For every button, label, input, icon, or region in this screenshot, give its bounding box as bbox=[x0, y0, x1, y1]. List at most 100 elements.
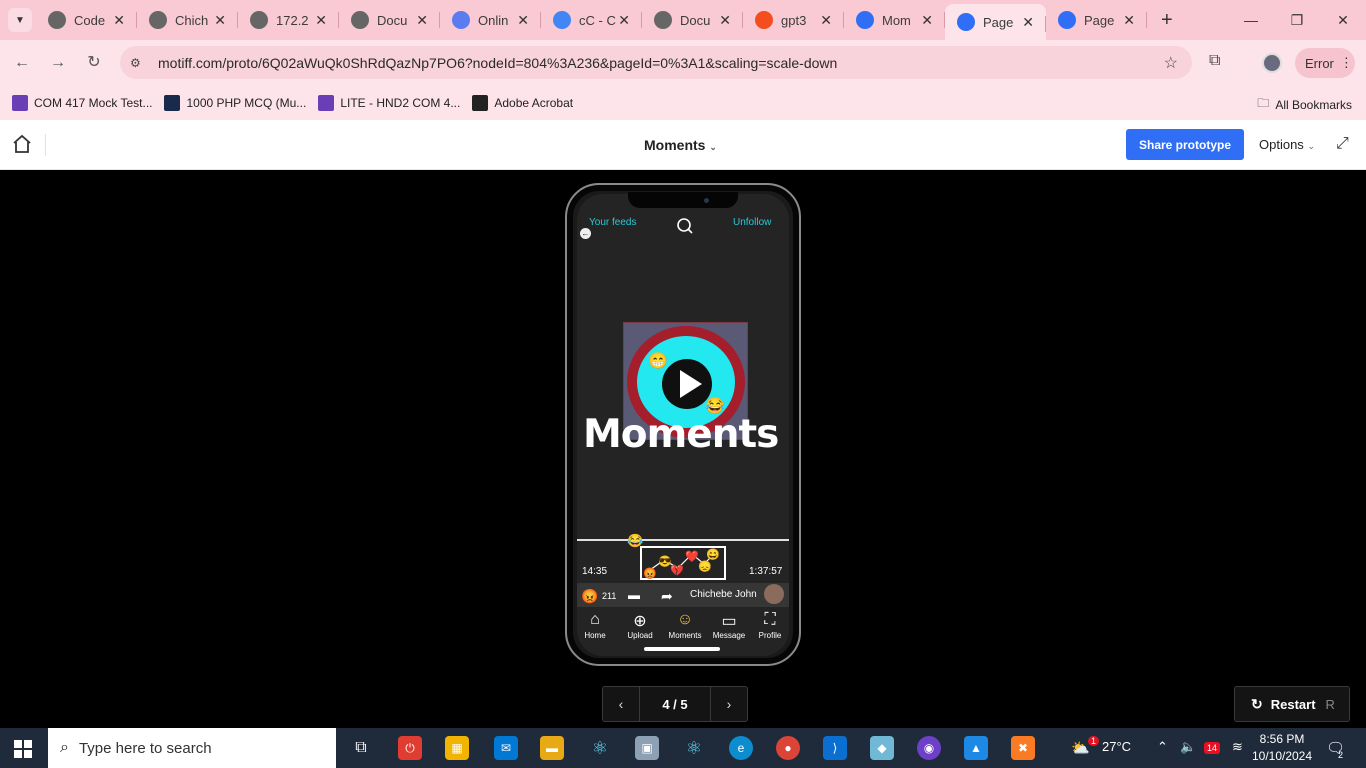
angry-reaction-icon[interactable]: 😡 bbox=[581, 588, 598, 605]
taskbar-search-placeholder: Type here to search bbox=[78, 739, 212, 757]
xampp-icon[interactable]: ✖ bbox=[1011, 736, 1035, 760]
prev-page-button[interactable]: ‹ bbox=[603, 687, 639, 721]
bookmark-item[interactable]: LITE - HND2 COM 4... bbox=[318, 94, 460, 111]
close-tab-icon[interactable]: ✕ bbox=[416, 12, 428, 29]
folder-icon: 🗀 bbox=[1257, 96, 1270, 110]
unfollow-link[interactable]: Unfollow bbox=[733, 217, 771, 228]
grin-emoji-icon: 😁 bbox=[648, 353, 668, 370]
user-avatar[interactable] bbox=[764, 584, 784, 604]
fullscreen-icon[interactable]: ⤢ bbox=[1336, 135, 1349, 153]
wifi-icon[interactable]: ≋ bbox=[1232, 739, 1243, 755]
chrome-icon[interactable]: ● bbox=[776, 736, 800, 760]
close-tab-icon[interactable]: ✕ bbox=[1022, 14, 1034, 31]
profile-nav-icon[interactable]: ⛶ bbox=[759, 611, 781, 629]
taskbar-search[interactable]: ⌕ Type here to search bbox=[48, 728, 336, 768]
tab-search-button[interactable]: ▼ bbox=[8, 8, 32, 32]
browser-tab[interactable]: Code ✕ bbox=[36, 0, 137, 40]
vscode-icon[interactable]: ⟩ bbox=[823, 736, 847, 760]
close-tab-icon[interactable]: ✕ bbox=[315, 12, 327, 29]
bookmark-item[interactable]: 1000 PHP MCQ (Mu... bbox=[164, 94, 307, 111]
taskbar-clock[interactable]: 8:56 PM 10/10/2024 bbox=[1251, 731, 1313, 765]
all-bookmarks-button[interactable]: 🗀 All Bookmarks bbox=[1257, 94, 1352, 115]
browser-tab[interactable]: Onlin ✕ bbox=[440, 0, 541, 40]
restart-button[interactable]: ↻ Restart R bbox=[1234, 686, 1350, 722]
volume-icon[interactable]: 🔈 bbox=[1180, 739, 1196, 755]
search-icon[interactable] bbox=[676, 217, 694, 235]
close-tab-icon[interactable]: ✕ bbox=[921, 12, 933, 29]
close-tab-icon[interactable]: ✕ bbox=[719, 12, 731, 29]
close-tab-icon[interactable]: ✕ bbox=[113, 12, 125, 29]
video-progress-bar[interactable] bbox=[577, 539, 789, 541]
react-app-icon[interactable]: ⚛ bbox=[682, 736, 706, 760]
heart-icon: ❤️ bbox=[685, 551, 699, 563]
nav-label-message: Message bbox=[712, 631, 746, 640]
react-app-icon[interactable]: ⚛ bbox=[588, 736, 612, 760]
browser-tab[interactable]: cC - C ✕ bbox=[541, 0, 642, 40]
calendar-badge[interactable]: 14 bbox=[1204, 742, 1221, 754]
store-icon[interactable]: ▦ bbox=[445, 736, 469, 760]
clock-time: 8:56 PM bbox=[1259, 732, 1305, 746]
task-view-icon[interactable]: ⧉ bbox=[349, 736, 373, 760]
extensions-icon[interactable]: ⧉ bbox=[1209, 52, 1220, 70]
bookmarks-bar: COM 417 Mock Test... 1000 PHP MCQ (Mu... L… bbox=[0, 85, 1366, 120]
minimize-button[interactable]: — bbox=[1228, 0, 1274, 40]
close-tab-icon[interactable]: ✕ bbox=[618, 12, 630, 29]
browser-tab[interactable]: Mom ✕ bbox=[844, 0, 945, 40]
photos-icon[interactable]: ▣ bbox=[635, 736, 659, 760]
close-window-button[interactable]: ✕ bbox=[1320, 0, 1366, 40]
weather-icon[interactable]: ⛅ bbox=[1071, 739, 1090, 757]
bookmark-item[interactable]: Adobe Acrobat bbox=[472, 94, 573, 111]
browser-tab[interactable]: Docu ✕ bbox=[339, 0, 440, 40]
upload-nav-icon[interactable]: ⊕ bbox=[629, 611, 651, 630]
browser-tab[interactable]: 172.2 ✕ bbox=[238, 0, 339, 40]
restore-button[interactable]: ❐ bbox=[1274, 0, 1320, 40]
bookmark-item[interactable]: COM 417 Mock Test... bbox=[12, 94, 152, 111]
browser-tab[interactable]: Docu ✕ bbox=[642, 0, 743, 40]
chevron-up-icon[interactable]: ⌃ bbox=[1157, 739, 1168, 755]
close-tab-icon[interactable]: ✕ bbox=[214, 12, 226, 29]
share-prototype-button[interactable]: Share prototype bbox=[1126, 129, 1244, 160]
options-menu[interactable]: Options ⌄ bbox=[1259, 137, 1315, 152]
clock-date: 10/10/2024 bbox=[1251, 749, 1313, 763]
bookmark-star-icon[interactable]: ☆ bbox=[1164, 53, 1178, 73]
github-icon[interactable]: ◉ bbox=[917, 736, 941, 760]
close-tab-icon[interactable]: ✕ bbox=[820, 12, 832, 29]
notification-count: 2 bbox=[1338, 750, 1344, 760]
browser-tab[interactable]: Page ✕ bbox=[1046, 0, 1147, 40]
next-page-button[interactable]: › bbox=[711, 687, 747, 721]
file-explorer-icon[interactable]: ▬ bbox=[540, 736, 564, 760]
error-button[interactable]: Error ⋮ bbox=[1295, 48, 1355, 78]
app-icon[interactable]: ⏻ bbox=[398, 736, 422, 760]
browser-tab[interactable]: Chich ✕ bbox=[137, 0, 238, 40]
mail-icon[interactable]: ✉ bbox=[494, 736, 518, 760]
message-nav-icon[interactable]: ▭ bbox=[718, 611, 740, 630]
close-tab-icon[interactable]: ✕ bbox=[517, 12, 529, 29]
play-icon bbox=[680, 370, 702, 398]
bookmark-label: 1000 PHP MCQ (Mu... bbox=[186, 95, 307, 110]
app-icon[interactable]: ◆ bbox=[870, 736, 894, 760]
browser-tab[interactable]: Page ✕ bbox=[945, 4, 1046, 40]
comment-icon[interactable]: ▬ bbox=[628, 588, 640, 602]
temperature[interactable]: 27°C bbox=[1102, 739, 1131, 754]
forward-button[interactable]: → bbox=[47, 52, 69, 74]
home-nav-icon[interactable]: ⌂ bbox=[584, 611, 606, 629]
your-feeds-link[interactable]: Your feeds bbox=[589, 217, 636, 228]
edge-icon[interactable]: e bbox=[729, 736, 753, 760]
page-title[interactable]: Moments ⌄ bbox=[644, 137, 717, 153]
moments-nav-icon[interactable]: ☺ bbox=[674, 611, 696, 629]
home-icon[interactable] bbox=[12, 134, 32, 154]
url-field[interactable]: ⚙ motiff.com/proto/6Q02aWuQk0ShRdQazNp7P… bbox=[120, 46, 1192, 79]
browser-tab[interactable]: gpt3 ✕ bbox=[743, 0, 844, 40]
profile-avatar[interactable] bbox=[1262, 53, 1282, 73]
new-tab-button[interactable]: + bbox=[1161, 9, 1173, 32]
share-icon[interactable]: ➦ bbox=[661, 588, 673, 605]
site-info-icon[interactable]: ⚙ bbox=[130, 56, 150, 70]
back-arrow-icon[interactable]: ← bbox=[580, 228, 591, 239]
back-button[interactable]: ← bbox=[11, 52, 33, 74]
windows-start-icon[interactable] bbox=[14, 740, 32, 758]
app-icon[interactable]: ▲ bbox=[964, 736, 988, 760]
tab-title: Chich bbox=[175, 12, 209, 28]
reload-button[interactable]: ↻ bbox=[83, 52, 105, 74]
close-tab-icon[interactable]: ✕ bbox=[1123, 12, 1135, 29]
username[interactable]: Chichebe John bbox=[690, 589, 757, 600]
